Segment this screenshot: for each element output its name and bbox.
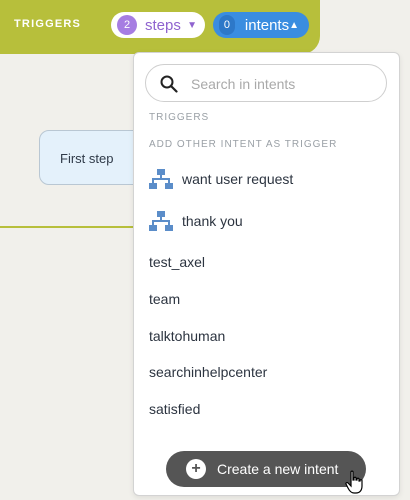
intent-item-thank-you[interactable]: thank you (149, 208, 384, 234)
chevron-down-icon: ▼ (187, 19, 197, 31)
steps-dropdown-button[interactable]: 2 steps ▼ (111, 12, 205, 38)
intent-item-searchinhelpcenter[interactable]: searchinhelpcenter (149, 359, 384, 385)
intent-item-satisfied[interactable]: satisfied (149, 396, 384, 422)
triggers-header-bar: TRIGGERS 2 steps ▼ 0 intents ▲ (0, 0, 320, 54)
chevron-up-icon: ▲ (289, 19, 299, 31)
intents-dropdown-button[interactable]: 0 intents ▲ (213, 12, 309, 38)
intent-item-label: searchinhelpcenter (149, 364, 268, 380)
section-header-add-trigger: ADD OTHER INTENT AS TRIGGER (149, 139, 338, 150)
intent-item-label: satisfied (149, 401, 201, 417)
intent-item-test-axel[interactable]: test_axel (149, 249, 384, 275)
intent-item-want-user-request[interactable]: want user request (149, 166, 384, 192)
intent-item-label: thank you (182, 213, 243, 229)
search-icon (160, 75, 178, 93)
intent-item-label: team (149, 291, 181, 307)
triggers-label: TRIGGERS (14, 18, 82, 30)
intents-dropdown-panel: TRIGGERS ADD OTHER INTENT AS TRIGGER wan… (133, 52, 400, 496)
step-card-label: First step (60, 151, 114, 166)
hierarchy-icon (149, 169, 173, 189)
intent-item-talktohuman[interactable]: talktohuman (149, 323, 384, 349)
create-intent-button[interactable]: + Create a new intent (166, 451, 366, 487)
intents-label: intents (244, 16, 290, 34)
section-header-triggers: TRIGGERS (149, 112, 210, 123)
hand-cursor-icon (345, 470, 363, 494)
intent-item-team[interactable]: team (149, 286, 384, 312)
create-intent-label: Create a new intent (217, 461, 339, 477)
intent-item-label: talktohuman (149, 328, 226, 344)
search-input[interactable] (189, 73, 383, 95)
intent-item-label: want user request (182, 171, 294, 187)
hierarchy-icon (149, 211, 173, 231)
connector-line (0, 226, 140, 228)
plus-icon: + (186, 459, 206, 479)
intent-item-label: test_axel (149, 254, 206, 270)
steps-label: steps (145, 16, 181, 34)
search-box[interactable] (145, 64, 387, 102)
steps-count-badge: 2 (117, 15, 137, 35)
intents-count-badge: 0 (219, 15, 235, 35)
